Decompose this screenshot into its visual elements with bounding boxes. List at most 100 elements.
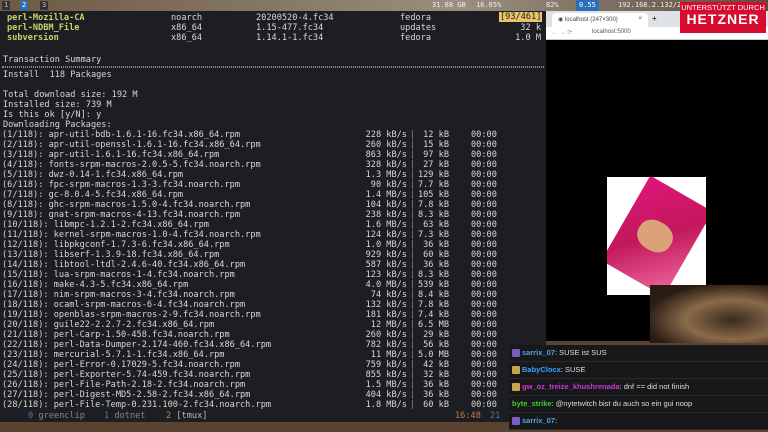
download-file: (16/118): make-4.3-5.fc34.x86_64.rpm — [2, 280, 189, 290]
download-time: 00:00 — [471, 240, 497, 250]
ip-address: 192.168.2.132/24 — [618, 1, 686, 9]
new-tab-button[interactable]: + — [652, 14, 657, 24]
workspace-1[interactable]: 1 — [2, 1, 11, 10]
download-row: (9/118): gnat-srpm-macros-4-13.fc34.noar… — [2, 210, 543, 220]
download-speed: 1.4 MB/s — [365, 190, 407, 200]
download-speed: 328 kB/s — [365, 160, 407, 170]
download-speed: 11 MB/s — [370, 350, 407, 360]
download-row: (6/118): fpc-srpm-macros-1.3-3.fc34.noar… — [2, 180, 543, 190]
download-speed: 4.0 MB/s — [365, 280, 407, 290]
download-size: 36 kB — [423, 260, 449, 270]
package-version: 1.15-477.fc34 — [256, 23, 324, 33]
download-row: (25/118): perl-Exporter-5.74-459.fc34.no… — [2, 370, 543, 380]
globe-icon: ◉ — [558, 17, 565, 23]
download-file: (27/118): perl-Digest-MD5-2.58-2.fc34.x8… — [2, 390, 251, 400]
user-badge-icon — [512, 366, 520, 375]
download-size: 8.4 kB — [417, 290, 449, 300]
download-size: 105 kB — [417, 190, 449, 200]
download-time: 00:00 — [471, 340, 497, 350]
download-time: 00:00 — [471, 300, 497, 310]
download-row: (14/118): libtool-ltdl-2.4.6-40.fc34.x86… — [2, 260, 543, 270]
download-speed: 132 kB/s — [365, 300, 407, 310]
download-size: 7.7 kB — [417, 180, 449, 190]
download-size: 129 kB — [417, 170, 449, 180]
download-file: (5/118): dwz-0.14-1.fc34.x86_64.rpm — [2, 170, 184, 180]
download-size: 8.3 kB — [417, 210, 449, 220]
divider — [2, 66, 544, 68]
download-size: 27 kB — [423, 160, 449, 170]
download-time: 00:00 — [471, 250, 497, 260]
download-row: (18/118): ocaml-srpm-macros-6-4.fc34.noa… — [2, 300, 543, 310]
download-size: 7.3 kB — [417, 230, 449, 240]
chat-message: byte_strike: @nytetwitch bist du auch so… — [509, 396, 768, 413]
download-row: (4/118): fonts-srpm-macros-2.0.5-5.fc34.… — [2, 160, 543, 170]
download-size: 8.3 kB — [417, 270, 449, 280]
browser-tab[interactable]: ◉ localhost (247×300) × — [552, 13, 648, 27]
package-version: 20200520-4.fc34 — [256, 13, 334, 23]
chat-username: sarrix_07 — [522, 416, 555, 425]
download-time: 00:00 — [471, 400, 497, 410]
nav-arrows-icon[interactable]: ← → ⟳ — [552, 29, 572, 36]
download-speed: 782 kB/s — [365, 340, 407, 350]
download-size: 36 kB — [423, 390, 449, 400]
terminal[interactable]: perl-Mozilla-CA noarch 20200520-4.fc34 fedo… — [0, 11, 546, 410]
download-size: 15 kB — [423, 140, 449, 150]
download-row: (5/118): dwz-0.14-1.fc34.x86_64.rpm 1.3 M… — [2, 170, 543, 180]
download-time: 00:00 — [471, 280, 497, 290]
progress-counter: [93/461] — [499, 12, 543, 22]
download-file: (8/118): ghc-srpm-macros-1.5.0-4.fc34.no… — [2, 200, 251, 210]
chat-username: BabyClocx — [522, 365, 561, 374]
download-speed: 90 kB/s — [370, 180, 407, 190]
download-speed: 228 kB/s — [365, 130, 407, 140]
download-size: 29 kB — [423, 330, 449, 340]
download-row: (15/118): lua-srpm-macros-1-4.fc34.noarc… — [2, 270, 543, 280]
chat-text: @nytetwitch bist du auch so ein gui noop — [555, 399, 693, 408]
package-version: 1.14.1-1.fc34 — [256, 33, 324, 43]
tmux-window-0[interactable]: 0 greenclip — [28, 410, 85, 422]
download-time: 00:00 — [471, 380, 497, 390]
package-row: perl-Mozilla-CA noarch 20200520-4.fc34 fedo… — [3, 13, 543, 23]
download-file: (25/118): perl-Exporter-5.74-459.fc34.no… — [2, 370, 251, 380]
workspace-2[interactable]: 2 — [20, 1, 29, 10]
download-time: 00:00 — [471, 140, 497, 150]
package-repo: fedora — [400, 33, 432, 43]
package-name: subversion — [7, 33, 59, 43]
load-average: 0.55 — [576, 0, 599, 11]
download-speed: 1.0 MB/s — [365, 240, 407, 250]
download-file: (14/118): libtool-ltdl-2.4.6-40.fc34.x86… — [2, 260, 246, 270]
tmux-window-2[interactable]: 2 [tmux] — [166, 410, 207, 422]
download-time: 00:00 — [471, 220, 497, 230]
download-file: (9/118): gnat-srpm-macros-4-13.fc34.noar… — [2, 210, 240, 220]
package-name: perl-Mozilla-CA — [7, 13, 85, 23]
close-tab-icon[interactable]: × — [638, 16, 642, 22]
downloading: Downloading Packages: — [3, 120, 112, 130]
download-time: 00:00 — [471, 370, 497, 380]
download-speed: 855 kB/s — [365, 370, 407, 380]
download-time: 00:00 — [471, 310, 497, 320]
download-size: 6.5 MB — [417, 320, 449, 330]
download-time: 00:00 — [471, 150, 497, 160]
package-name: perl-NDBM_File — [7, 23, 80, 33]
download-time: 00:00 — [471, 260, 497, 270]
summary-title: Transaction Summary — [3, 55, 102, 65]
download-file: (11/118): kernel-srpm-macros-1.0-4.fc34.… — [2, 230, 261, 240]
download-speed: 1.6 MB/s — [365, 220, 407, 230]
chat-username: gw_oz_treize_khushrenada — [522, 382, 620, 391]
cpu-usage: 16.65% — [476, 1, 502, 9]
user-badge-icon — [512, 417, 520, 426]
download-row: (1/118): apr-util-bdb-1.6.1-16.fc34.x86_… — [2, 130, 543, 140]
download-file: (7/118): gc-8.0.4-5.fc34.x86_64.rpm — [2, 190, 184, 200]
download-size: 539 kB — [417, 280, 449, 290]
tmux-window-1[interactable]: 1 dotnet — [104, 410, 145, 422]
tmux-time: 16:48 — [455, 411, 481, 421]
workspace-3[interactable]: 3 — [40, 1, 49, 10]
hetzner-sponsor-banner: UNTERSTÜTZT DURCH HETZNER — [680, 2, 766, 33]
tab-title: localhost (247×300) — [564, 17, 618, 23]
chat-text: dnf == did not finish — [623, 382, 690, 391]
download-size: 60 kB — [423, 250, 449, 260]
download-file: (4/118): fonts-srpm-macros-2.0.5-5.fc34.… — [2, 160, 261, 170]
url[interactable]: localhost:5000 — [592, 29, 631, 35]
download-time: 00:00 — [471, 350, 497, 360]
chat-text: SUSE — [564, 365, 586, 374]
package-arch: noarch — [171, 13, 203, 23]
